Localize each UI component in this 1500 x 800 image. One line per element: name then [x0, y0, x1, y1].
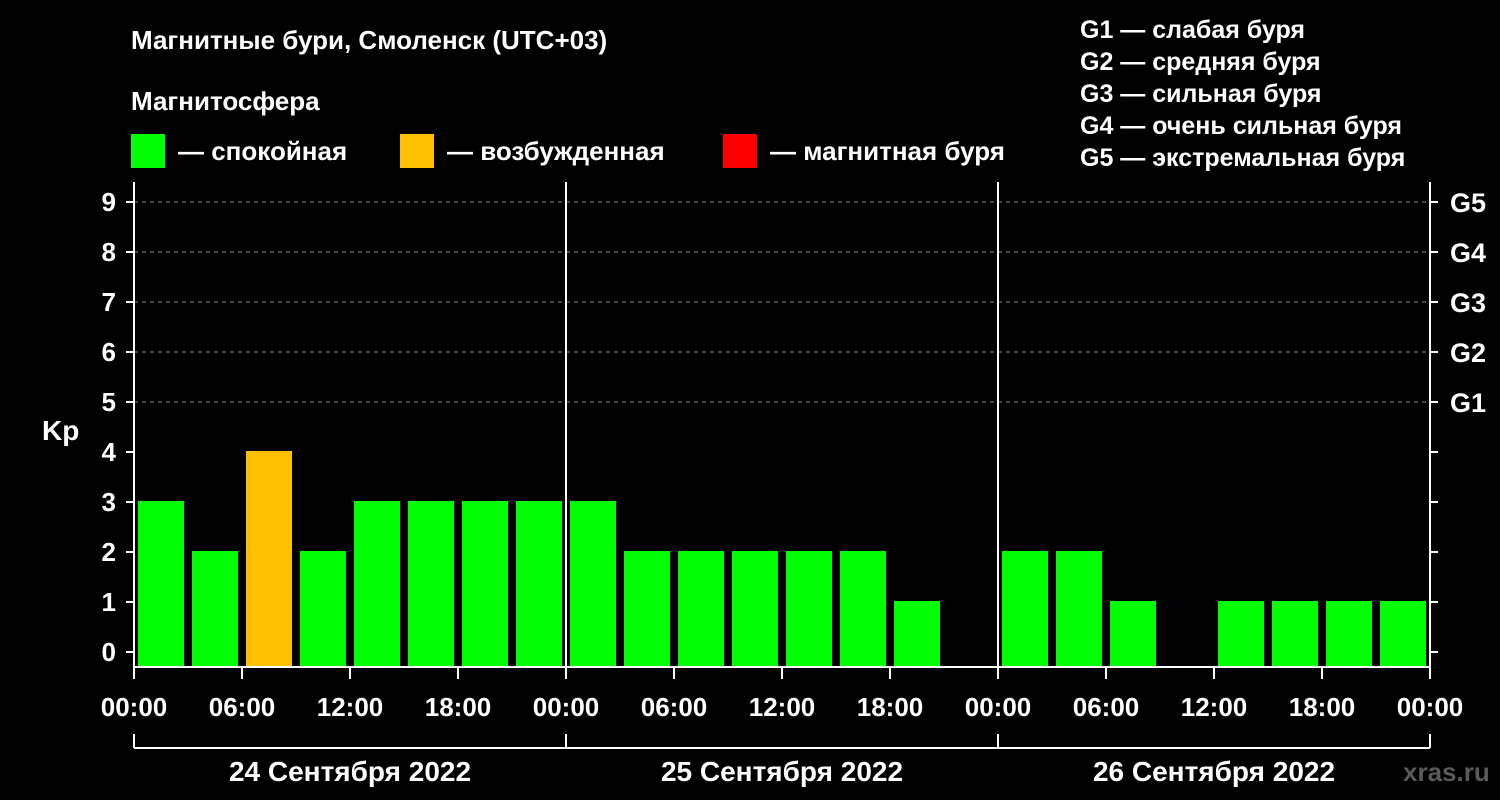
x-tick-label: 12:00: [749, 692, 816, 722]
kp-bar: [1056, 551, 1102, 667]
kp-bar: [1002, 551, 1048, 667]
kp-bar: [192, 551, 238, 667]
y-tick-label: 4: [102, 437, 117, 467]
x-tick-label: 18:00: [425, 692, 492, 722]
day-label: 25 Сентября 2022: [661, 756, 903, 787]
kp-bar: [1272, 601, 1318, 667]
y-axis-label: Kp: [42, 415, 79, 446]
g-level-label: G1: [1450, 388, 1486, 418]
y-tick-label: 6: [102, 337, 116, 367]
g-level-label: G4: [1450, 238, 1486, 268]
kp-bar: [138, 501, 184, 667]
kp-bar: [1380, 601, 1426, 667]
kp-bar: [894, 601, 940, 667]
x-tick-label: 18:00: [1289, 692, 1356, 722]
x-tick-label: 18:00: [857, 692, 924, 722]
kp-bar: [354, 501, 400, 667]
x-tick-label: 00:00: [1397, 692, 1464, 722]
x-tick-label: 00:00: [965, 692, 1032, 722]
g-level-label: G2: [1450, 338, 1486, 368]
kp-bar: [1326, 601, 1372, 667]
y-tick-label: 8: [102, 237, 116, 267]
x-tick-label: 06:00: [1073, 692, 1140, 722]
kp-bar: [246, 451, 292, 667]
kp-bar: [570, 501, 616, 667]
kp-bar: [624, 551, 670, 667]
x-tick-label: 00:00: [101, 692, 168, 722]
y-tick-label: 7: [102, 287, 116, 317]
kp-bar: [462, 501, 508, 667]
kp-bar: [300, 551, 346, 667]
g-level-label: G3: [1450, 288, 1486, 318]
y-tick-label: 0: [102, 637, 116, 667]
y-tick-label: 5: [102, 387, 116, 417]
x-tick-label: 00:00: [533, 692, 600, 722]
day-label: 24 Сентября 2022: [229, 756, 471, 787]
day-label: 26 Сентября 2022: [1093, 756, 1335, 787]
y-tick-label: 1: [102, 587, 116, 617]
kp-bar: [840, 551, 886, 667]
kp-bar: [1218, 601, 1264, 667]
y-tick-label: 3: [102, 487, 116, 517]
x-tick-label: 06:00: [209, 692, 276, 722]
kp-bar: [786, 551, 832, 667]
kp-bar: [678, 551, 724, 667]
kp-bar: [1110, 601, 1156, 667]
watermark: xras.ru: [1403, 757, 1490, 787]
x-tick-label: 12:00: [1181, 692, 1248, 722]
kp-bar: [516, 501, 562, 667]
y-tick-label: 9: [102, 187, 116, 217]
kp-chart: 0 1 2 3 4 5 6 7 8 9 G1 G2 G3 G4 G5 Kp 00:00 06:00 12:00 18:…: [42, 182, 1486, 787]
x-tick-label: 06:00: [641, 692, 708, 722]
x-tick-label: 12:00: [317, 692, 384, 722]
kp-bar: [408, 501, 454, 667]
kp-bar: [732, 551, 778, 667]
y-tick-label: 2: [102, 537, 116, 567]
g-level-label: G5: [1450, 188, 1486, 218]
